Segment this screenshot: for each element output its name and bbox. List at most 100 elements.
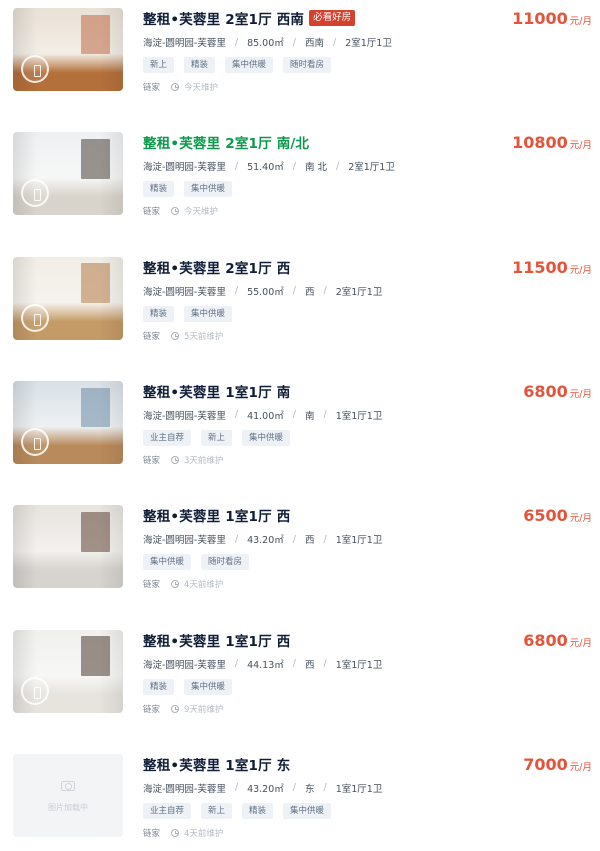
maintenance-time: 今天维护 xyxy=(184,207,219,218)
listing-district[interactable]: 海淀-圆明园-芙蓉里 xyxy=(143,781,226,795)
listing-tag: 精装 xyxy=(143,305,175,322)
listing-title-link[interactable]: 整租•芙蓉里 1室1厅 西 xyxy=(143,505,290,525)
listing-tags: 集中供暖 随时看房 xyxy=(143,554,250,571)
listing-item[interactable]: 整租•芙蓉里 2室1厅 南/北 10800 元/月 海淀-圆明园-芙蓉里 / 51.40㎡… xyxy=(0,124,600,248)
price-value: 6800 xyxy=(523,381,568,401)
listing-layout: 1室1厅1卫 xyxy=(335,535,383,547)
listing-layout: 2室1厅1卫 xyxy=(345,38,392,49)
listing-photo[interactable] xyxy=(13,505,123,589)
listing-tag: 精装 xyxy=(242,802,274,819)
listing-tag: 集中供暖 xyxy=(242,429,291,446)
listing-description: 海淀-圆明园-芙蓉里 / 85.00㎡ / 西南 / 2室1厅1卫 xyxy=(143,35,392,50)
vr-view-icon[interactable] xyxy=(21,303,49,332)
listing-tag: 新上 xyxy=(201,802,233,819)
agency-brand: 链家 xyxy=(143,704,161,715)
price-unit: 元/月 xyxy=(569,264,592,276)
listing-photo[interactable] xyxy=(13,380,123,464)
listing-tag: 新上 xyxy=(143,57,175,73)
separator: / xyxy=(234,533,239,545)
must-see-badge: 必看好房 xyxy=(309,10,356,26)
listing-layout: 2室1厅1卫 xyxy=(335,286,383,298)
agency-brand: 链家 xyxy=(143,580,161,591)
separator: / xyxy=(234,658,239,669)
listing-title-link[interactable]: 整租•芙蓉里 1室1厅 南 xyxy=(143,381,290,401)
listing-district[interactable]: 海淀-圆明园-芙蓉里 xyxy=(143,35,226,49)
listing-district[interactable]: 海淀-圆明园-芙蓉里 xyxy=(143,657,226,671)
listing-orientation: 西 xyxy=(304,659,315,671)
listing-item[interactable]: 整租•芙蓉里 2室1厅 西 11500 元/月海淀-圆明园-芙蓉里 / 55.00㎡ / 西… xyxy=(0,249,600,373)
separator: / xyxy=(292,160,296,172)
listing-tags: 业主自荐 新上 集中供暖 xyxy=(143,429,291,446)
separator: / xyxy=(234,409,239,421)
vr-view-icon[interactable] xyxy=(21,676,49,705)
listing-price: 10800 元/月 xyxy=(512,133,592,152)
listing-district[interactable]: 海淀-圆明园-芙蓉里 xyxy=(143,284,226,298)
listing-layout: 1室1厅1卫 xyxy=(335,783,383,795)
price-unit: 元/月 xyxy=(569,761,592,773)
separator: / xyxy=(323,409,327,421)
listing-description: 海淀-圆明园-芙蓉里 / 44.13㎡ / 西 / 1室1厅1卫 xyxy=(143,657,382,671)
listing-item[interactable]: 整租•芙蓉里 2室1厅 西南 必看好房 11000 元/月海淀-圆明园-芙蓉里 / 85.… xyxy=(0,0,600,124)
listing-title-link[interactable]: 整租•芙蓉里 2室1厅 西南 xyxy=(143,8,304,28)
listing-area: 41.00㎡ xyxy=(247,410,284,422)
agency-brand: 链家 xyxy=(143,828,161,839)
listing-title-link[interactable]: 整租•芙蓉里 1室1厅 西 xyxy=(143,630,290,650)
price-value: 11000 xyxy=(512,9,568,28)
photo-loading-text: 图片加载中 xyxy=(48,802,88,812)
price-unit: 元/月 xyxy=(569,16,592,27)
clock-icon xyxy=(171,455,180,464)
listing-tags: 精装 集中供暖 xyxy=(143,678,233,695)
listing-title-row: 整租•芙蓉里 1室1厅 西 xyxy=(143,505,290,525)
listing-item[interactable]: 整租•芙蓉里 1室1厅 南 6800 元/月 海淀-圆明园-芙蓉里 / 41.00㎡ / 南 /… xyxy=(0,373,600,497)
listing-tags: 新上 精装 集中供暖 随时看房 xyxy=(143,57,332,73)
listing-photo[interactable] xyxy=(13,132,123,216)
agency-brand: 链家 xyxy=(143,455,161,466)
clock-icon xyxy=(171,331,180,340)
separator: / xyxy=(332,36,337,48)
listing-area: 44.13㎡ xyxy=(247,659,284,671)
listing-description: 海淀-圆明园-芙蓉里 / 55.00㎡ / 西 / 2室1厅1卫 xyxy=(143,284,382,298)
separator: / xyxy=(323,658,327,669)
maintenance-time: 4天前维护 xyxy=(184,828,224,839)
vr-view-icon[interactable] xyxy=(21,427,49,456)
listing-title-row: 整租•芙蓉里 1室1厅 东 xyxy=(143,754,290,774)
listing-item[interactable]: 整租•芙蓉里 1室1厅 西 6500 元/月 海淀-圆明园-芙蓉里 / 43.20㎡ / 西 /… xyxy=(0,497,600,621)
listing-item[interactable]: 图片加载中 整租•芙蓉里 1室1厅 东 7000 元/月 海淀-圆明园-芙蓉里 / 43.2… xyxy=(0,746,600,851)
listing-tag: 集中供暖 xyxy=(184,305,233,322)
listing-description: 海淀-圆明园-芙蓉里 / 41.00㎡ / 南 / 1室1厅1卫 xyxy=(143,408,382,422)
listing-title-link[interactable]: 整租•芙蓉里 2室1厅 南/北 xyxy=(143,132,309,152)
separator: / xyxy=(292,409,296,421)
listing-title-link[interactable]: 整租•芙蓉里 2室1厅 西 xyxy=(143,257,290,277)
listing-tag: 随时看房 xyxy=(283,57,332,73)
listing-district[interactable]: 海淀-圆明园-芙蓉里 xyxy=(143,159,226,173)
separator: / xyxy=(234,782,239,794)
listing-title-row: 整租•芙蓉里 2室1厅 西南 必看好房 xyxy=(143,8,356,28)
listing-photo[interactable] xyxy=(13,256,123,340)
maintenance-time: 3天前维护 xyxy=(184,455,224,466)
listing-district[interactable]: 海淀-圆明园-芙蓉里 xyxy=(143,532,226,546)
listing-photo[interactable] xyxy=(13,8,123,91)
vr-view-icon[interactable] xyxy=(21,55,49,83)
listing-price: 6800 元/月 xyxy=(523,382,592,401)
listing-area: 43.20㎡ xyxy=(247,535,284,547)
clock-icon xyxy=(171,704,180,713)
listing-tag: 精装 xyxy=(143,181,175,198)
listing-orientation: 西 xyxy=(304,535,315,547)
price-value: 11500 xyxy=(512,257,568,277)
maintenance-time: 9天前维护 xyxy=(184,704,224,715)
listing-item[interactable]: 整租•芙蓉里 1室1厅 西 6800 元/月 海淀-圆明园-芙蓉里 / 44.13㎡ / 西 /… xyxy=(0,622,600,746)
camera-icon xyxy=(61,780,75,791)
listing-district[interactable]: 海淀-圆明园-芙蓉里 xyxy=(143,408,226,422)
listing-area: 85.00㎡ xyxy=(247,38,284,49)
listing-price: 11000 元/月 xyxy=(512,9,592,28)
listing-meta: 链家 3天前维护 xyxy=(143,454,223,466)
listing-photo[interactable] xyxy=(13,629,123,713)
listing-orientation: 南 北 xyxy=(304,162,327,174)
listing-title-row: 整租•芙蓉里 1室1厅 西 xyxy=(143,630,290,650)
listing-title-link[interactable]: 整租•芙蓉里 1室1厅 东 xyxy=(143,754,290,774)
listing-tag: 精装 xyxy=(184,57,216,73)
listing-tags: 精装 集中供暖 xyxy=(143,305,233,322)
listing-description: 海淀-圆明园-芙蓉里 / 43.20㎡ / 西 / 1室1厅1卫 xyxy=(143,532,383,547)
listing-meta: 链家 今天维护 xyxy=(143,205,218,217)
listing-photo-placeholder[interactable]: 图片加载中 xyxy=(13,753,123,837)
